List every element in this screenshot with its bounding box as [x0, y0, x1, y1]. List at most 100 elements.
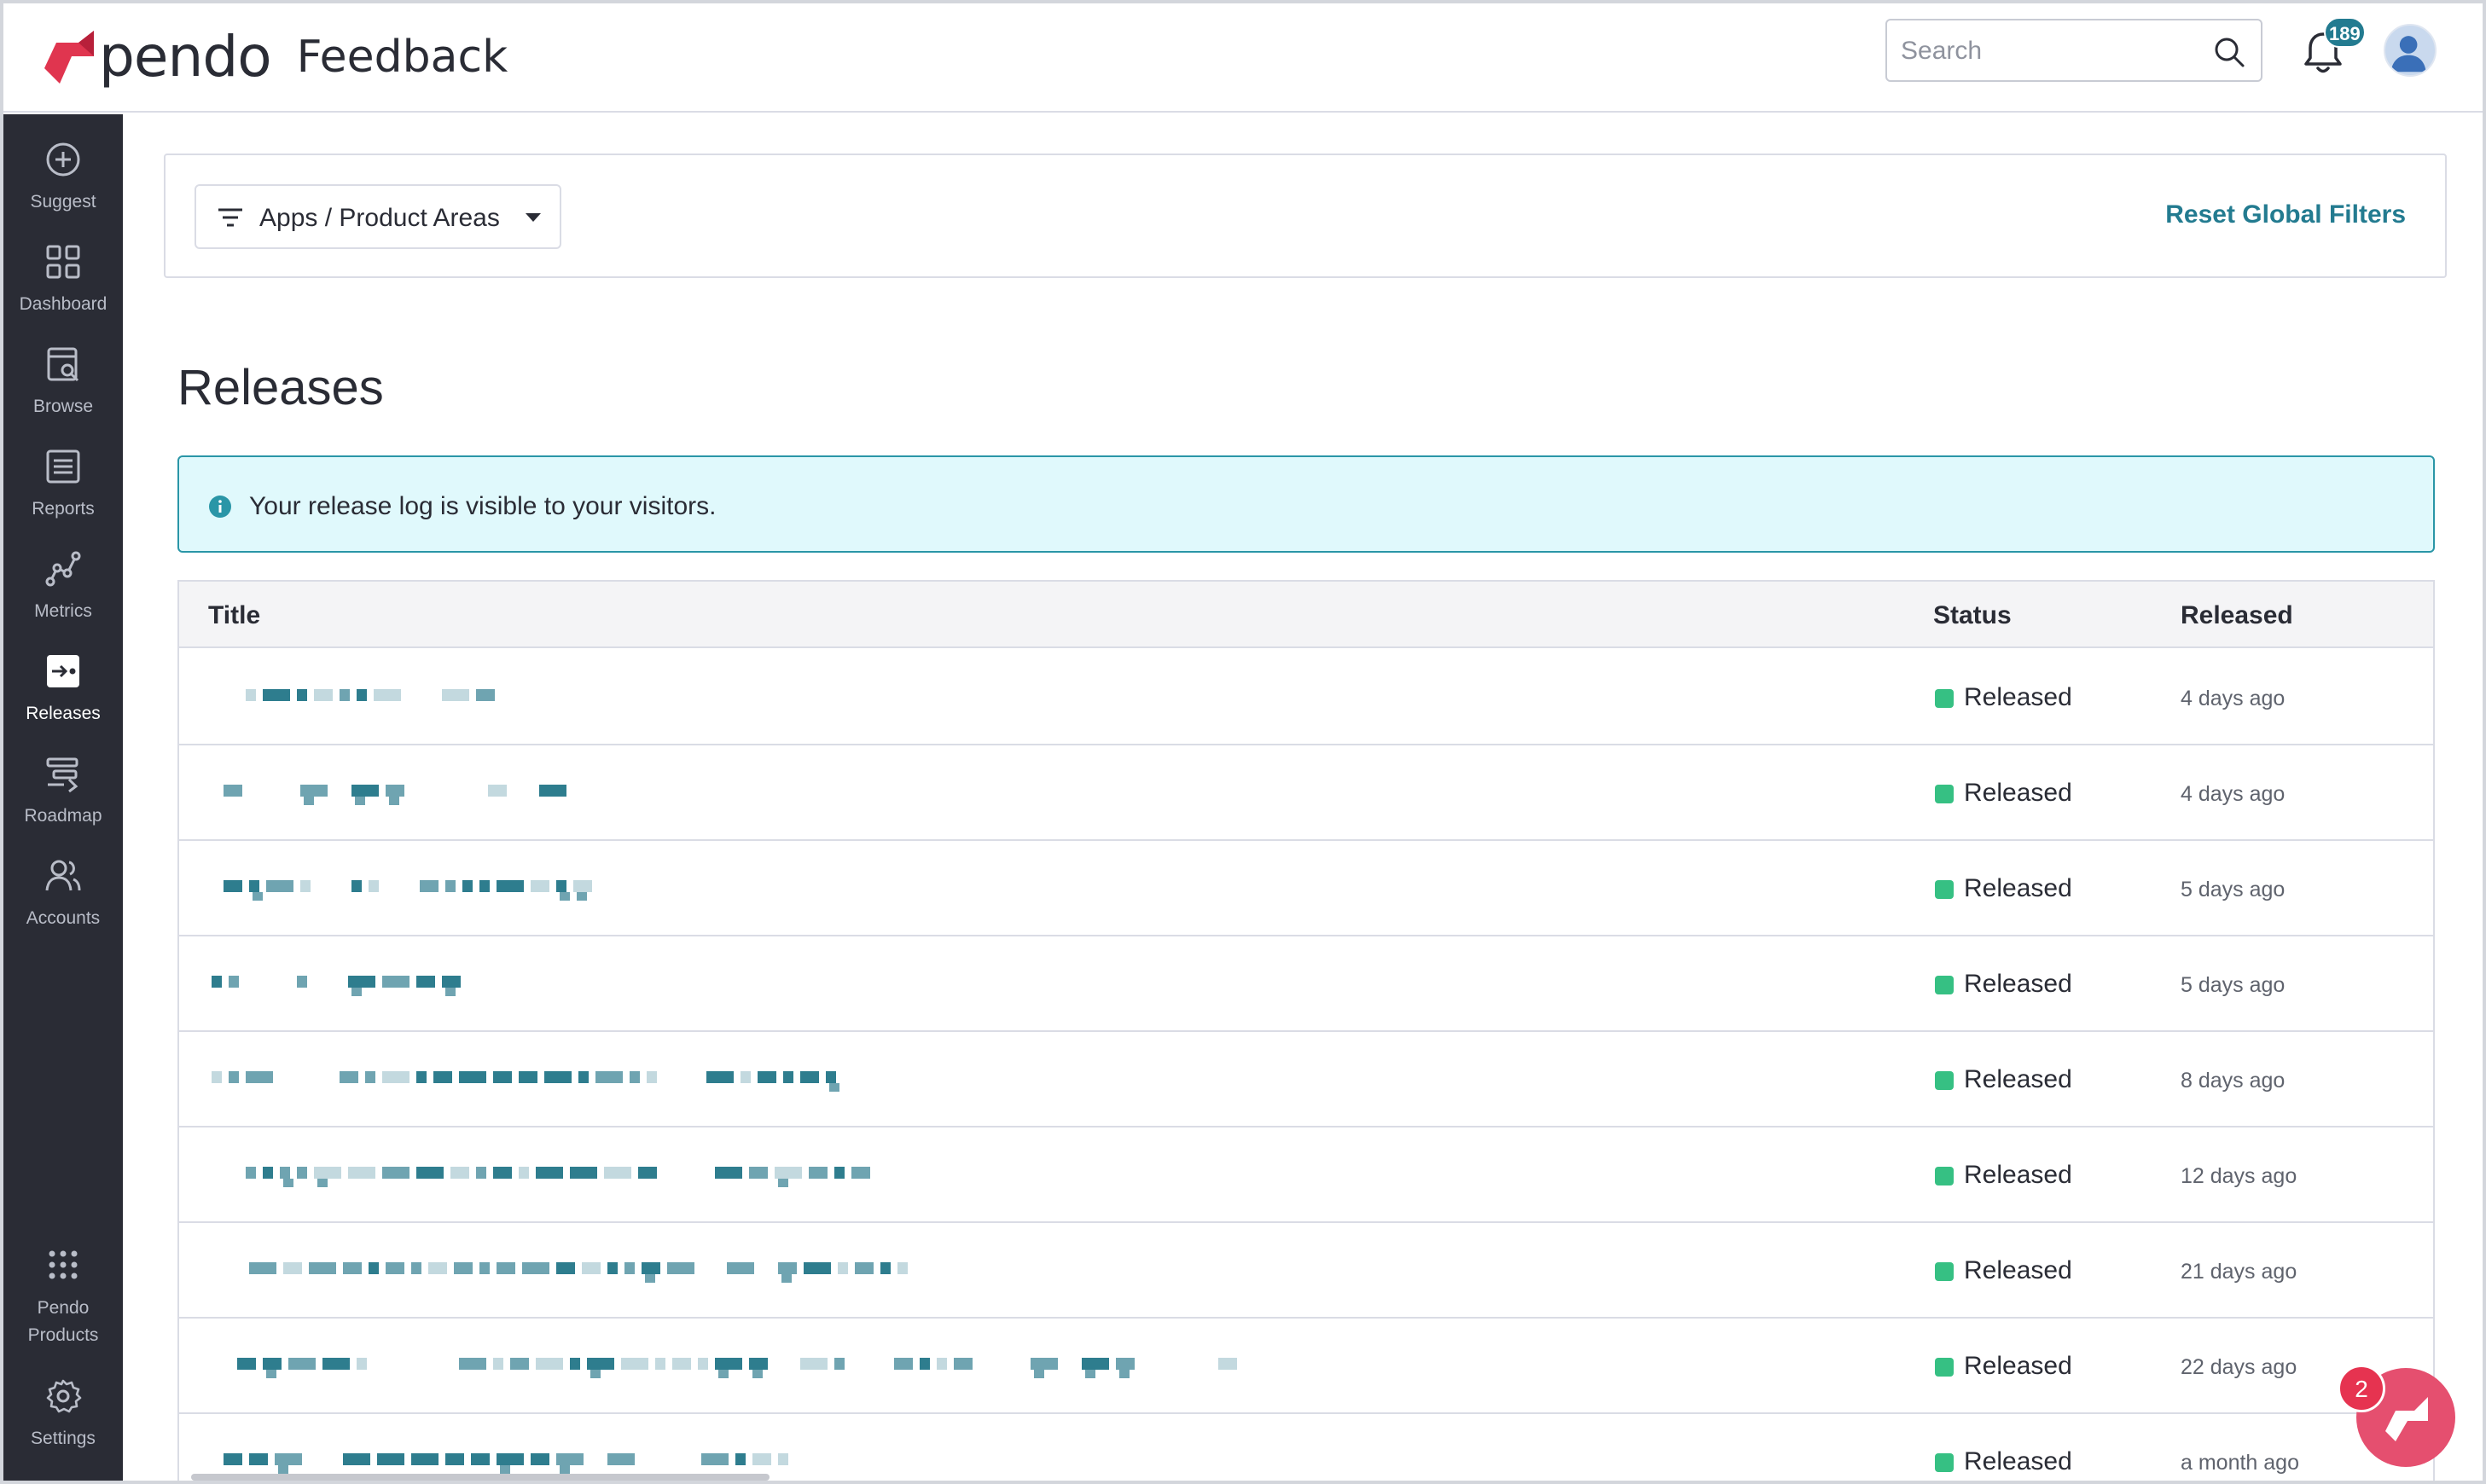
- metrics-icon: [45, 551, 81, 587]
- dropdown-label: Apps / Product Areas: [259, 204, 500, 232]
- released-date: 4 days ago: [2181, 782, 2286, 806]
- table-row[interactable]: Released 4 days ago: [179, 650, 2433, 745]
- release-title-redacted[interactable]: [237, 1349, 1261, 1383]
- pendo-resource-center-icon: [2385, 1397, 2428, 1441]
- sidebar-item-reports[interactable]: Reports: [3, 447, 123, 544]
- sidebar-item-suggest[interactable]: Suggest: [3, 140, 123, 237]
- table-row[interactable]: Released 21 days ago: [179, 1223, 2433, 1319]
- table-header: Title Status Released: [179, 582, 2433, 648]
- product-name: Feedback: [296, 32, 508, 83]
- grid-icon: [46, 245, 80, 279]
- list-icon: [46, 449, 80, 484]
- column-header-title[interactable]: Title: [208, 600, 260, 631]
- apps-product-areas-dropdown[interactable]: Apps / Product Areas: [195, 184, 561, 249]
- status-badge: Released: [1964, 1161, 2072, 1189]
- sidebar-item-label: Roadmap: [24, 806, 102, 826]
- released-date: 5 days ago: [2181, 973, 2286, 997]
- status-badge: Released: [1964, 1256, 2072, 1284]
- search-icon[interactable]: [2213, 36, 2245, 68]
- table-row[interactable]: Released 5 days ago: [179, 936, 2433, 1032]
- sidebar-item-pendo-products[interactable]: Pendo Products: [3, 1245, 123, 1365]
- sidebar-item-label: Pendo Products: [3, 1295, 123, 1349]
- status-badge: Released: [1964, 874, 2072, 902]
- status-badge: Released: [1964, 970, 2072, 998]
- global-filters-card: Apps / Product Areas Reset Global Filter…: [164, 154, 2447, 278]
- pendo-logo-icon: [44, 31, 94, 84]
- sidebar-item-label: Suggest: [30, 192, 96, 212]
- releases-table: Title Status Released Released 4 days ago…: [177, 580, 2435, 1484]
- released-date: a month ago: [2181, 1451, 2299, 1475]
- status-indicator: [1935, 1262, 1954, 1281]
- plus-circle-icon: [46, 142, 80, 177]
- status-indicator: [1935, 880, 1954, 899]
- accounts-icon: [45, 860, 81, 891]
- chevron-down-icon: [526, 213, 541, 222]
- status-badge: Released: [1964, 779, 2072, 807]
- status-indicator: [1935, 1358, 1954, 1377]
- released-date: 22 days ago: [2181, 1355, 2297, 1379]
- top-bar: pendo Feedback 189: [3, 3, 2483, 113]
- search-box: [1885, 19, 2262, 82]
- sidebar-item-label: Releases: [26, 704, 101, 723]
- sidebar: Suggest Dashboard Browse Reports Metrics…: [3, 114, 123, 1484]
- sidebar-item-label: Reports: [32, 499, 95, 519]
- horizontal-scrollbar[interactable]: [191, 1474, 770, 1481]
- release-title-redacted[interactable]: [212, 681, 519, 715]
- info-banner-text: Your release log is visible to your visi…: [249, 492, 717, 520]
- filter-icon: [218, 208, 242, 227]
- sidebar-item-label: Accounts: [26, 908, 101, 928]
- table-row[interactable]: Released 4 days ago: [179, 745, 2433, 841]
- browse-icon: [47, 347, 79, 382]
- sidebar-item-dashboard[interactable]: Dashboard: [3, 242, 123, 339]
- release-title-redacted[interactable]: [212, 967, 493, 1001]
- status-badge: Released: [1964, 1352, 2072, 1380]
- sidebar-item-browse[interactable]: Browse: [3, 345, 123, 442]
- status-badge: Released: [1964, 683, 2072, 711]
- gear-icon: [46, 1379, 82, 1413]
- sidebar-item-metrics[interactable]: Metrics: [3, 549, 123, 646]
- release-title-redacted[interactable]: [224, 776, 667, 810]
- status-badge: Released: [1964, 1065, 2072, 1093]
- sidebar-item-label-line1: Pendo: [37, 1298, 90, 1318]
- table-row[interactable]: Released 22 days ago: [179, 1319, 2433, 1414]
- release-title-redacted[interactable]: [224, 872, 633, 906]
- sidebar-item-label: Browse: [32, 397, 94, 416]
- sidebar-item-label: Settings: [31, 1429, 96, 1448]
- status-indicator: [1935, 785, 1954, 803]
- search-input[interactable]: [1901, 31, 2208, 72]
- sidebar-item-settings[interactable]: Settings: [3, 1377, 123, 1474]
- status-indicator: [1935, 1071, 1954, 1090]
- sidebar-item-accounts[interactable]: Accounts: [3, 856, 123, 954]
- apps-grid-icon: [49, 1250, 78, 1279]
- sidebar-item-label: Metrics: [34, 601, 92, 621]
- sidebar-item-label-line2: Products: [27, 1325, 99, 1345]
- table-row[interactable]: Released 12 days ago: [179, 1127, 2433, 1223]
- app-logo[interactable]: pendo Feedback: [44, 27, 508, 87]
- column-header-status[interactable]: Status: [1933, 600, 2012, 631]
- table-row[interactable]: Released 8 days ago: [179, 1032, 2433, 1127]
- info-icon: [209, 496, 231, 518]
- table-row[interactable]: Released 5 days ago: [179, 841, 2433, 936]
- column-header-released[interactable]: Released: [2181, 600, 2293, 631]
- sidebar-item-roadmap[interactable]: Roadmap: [3, 754, 123, 851]
- release-title-redacted[interactable]: [212, 1063, 860, 1097]
- releases-icon: [47, 655, 79, 687]
- status-indicator: [1935, 1453, 1954, 1472]
- release-title-redacted[interactable]: [212, 1158, 894, 1192]
- sidebar-item-releases[interactable]: Releases: [3, 652, 123, 749]
- page-title: Releases: [177, 360, 384, 415]
- logo-wordmark: pendo: [99, 24, 272, 90]
- info-banner: Your release log is visible to your visi…: [177, 455, 2435, 553]
- release-title-redacted[interactable]: [249, 1254, 932, 1288]
- resource-center-badge: 2: [2338, 1365, 2385, 1412]
- sidebar-item-label: Dashboard: [19, 294, 107, 314]
- user-avatar-icon[interactable]: [2384, 24, 2437, 77]
- status-indicator: [1935, 689, 1954, 708]
- released-date: 4 days ago: [2181, 687, 2286, 710]
- reset-global-filters-link[interactable]: Reset Global Filters: [2165, 200, 2406, 230]
- status-badge: Released: [1964, 1447, 2072, 1475]
- released-date: 5 days ago: [2181, 878, 2286, 901]
- roadmap-icon: [46, 757, 78, 793]
- released-date: 21 days ago: [2181, 1260, 2297, 1284]
- released-date: 8 days ago: [2181, 1069, 2286, 1093]
